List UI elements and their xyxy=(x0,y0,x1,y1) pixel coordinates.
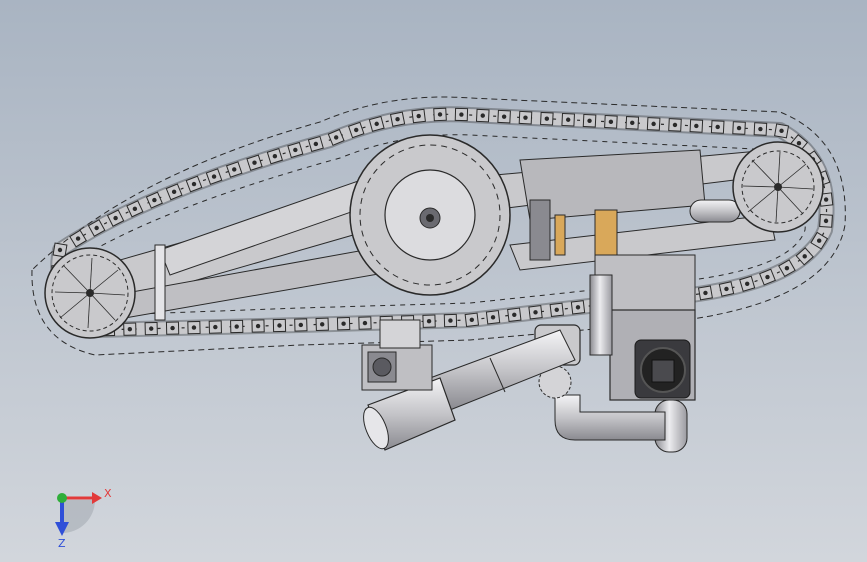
track-pin xyxy=(320,322,325,327)
track-pin xyxy=(765,274,770,280)
track-pin xyxy=(784,265,790,271)
track-pin xyxy=(213,324,218,330)
cad-viewport[interactable]: X Z xyxy=(0,0,867,562)
track-pin xyxy=(575,305,581,310)
track-pin xyxy=(191,325,197,330)
x-axis-label: X xyxy=(104,487,112,500)
front-idler-wheel xyxy=(44,247,136,339)
track-pin xyxy=(171,189,177,195)
track-pin xyxy=(724,286,729,292)
track-pin xyxy=(277,323,282,328)
track-pin xyxy=(630,120,635,126)
track-pin xyxy=(544,116,550,121)
track-pin xyxy=(75,236,81,241)
track-pin xyxy=(426,319,432,324)
track-pin xyxy=(152,197,157,203)
track-pin xyxy=(480,113,485,118)
track-pin xyxy=(694,123,699,129)
track-pin xyxy=(298,322,304,328)
track-pin xyxy=(333,135,339,140)
track-pin xyxy=(416,113,421,119)
track-pin xyxy=(745,281,750,286)
track-pin xyxy=(459,112,464,117)
track-pin xyxy=(796,141,802,146)
track-pin xyxy=(651,121,656,127)
track-pin xyxy=(533,310,538,315)
track-pin xyxy=(565,117,571,122)
track-pin xyxy=(554,307,559,312)
track-pin xyxy=(374,121,379,127)
track-pin xyxy=(232,167,237,172)
track-pin xyxy=(362,320,368,326)
track-pin xyxy=(211,174,217,179)
track-pin xyxy=(234,324,239,329)
x-axis-arrow xyxy=(92,492,102,504)
track-pin xyxy=(149,326,154,331)
y-axis-dot xyxy=(57,493,67,503)
z-axis-label: Z xyxy=(58,537,66,550)
track-pin xyxy=(57,247,63,253)
track-pin xyxy=(715,124,720,130)
track-pin xyxy=(523,115,528,120)
track-pin xyxy=(672,122,678,128)
track-pin xyxy=(94,225,99,231)
track-pin xyxy=(132,206,138,212)
track-pin xyxy=(501,114,507,119)
track-pin xyxy=(395,116,400,122)
track-pin xyxy=(758,126,763,132)
track-pin xyxy=(816,238,822,243)
track-pin xyxy=(469,317,475,322)
track-pin xyxy=(490,315,496,320)
track-pin xyxy=(341,321,346,326)
track-pin xyxy=(252,160,257,165)
track-pin xyxy=(823,197,829,202)
drive-sprocket xyxy=(349,134,511,296)
rear-idler-wheel xyxy=(732,141,824,233)
track-pin xyxy=(587,118,592,123)
track-pin xyxy=(127,326,133,332)
track-pin xyxy=(437,112,443,117)
track-pin xyxy=(448,318,453,323)
assembly-view: X Z xyxy=(31,96,846,550)
track-pin xyxy=(255,323,261,329)
track-pin xyxy=(703,290,708,296)
track-pin xyxy=(779,128,784,134)
track-pin xyxy=(170,325,175,331)
track-pin xyxy=(113,215,118,221)
track-pin xyxy=(272,154,278,159)
track-pin xyxy=(354,127,359,133)
track-pin xyxy=(512,312,517,317)
track-pin xyxy=(313,141,319,147)
coordinate-triad: X Z xyxy=(55,487,112,550)
track-pin xyxy=(802,254,807,259)
track-pin xyxy=(191,181,197,187)
track-pin xyxy=(823,218,829,224)
track-pin xyxy=(293,147,298,153)
track-pin xyxy=(736,125,742,131)
track-pin xyxy=(608,119,614,125)
